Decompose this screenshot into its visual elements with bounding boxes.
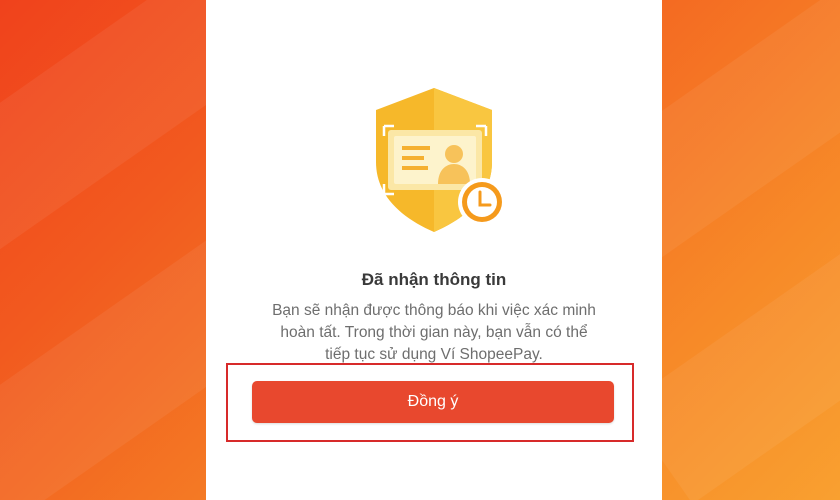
agree-button[interactable]: Đồng ý — [252, 381, 614, 423]
id-verification-shield-clock-icon — [376, 88, 506, 232]
dialog-message: Bạn sẽ nhận được thông báo khi việc xác … — [246, 300, 622, 366]
dialog-title: Đã nhận thông tin — [361, 270, 507, 289]
background-left — [0, 0, 206, 500]
background-right — [662, 0, 840, 500]
message-line: Bạn sẽ nhận được thông báo khi việc xác … — [272, 302, 596, 319]
message-line: hoàn tất. Trong thời gian này, bạn vẫn c… — [280, 324, 588, 341]
